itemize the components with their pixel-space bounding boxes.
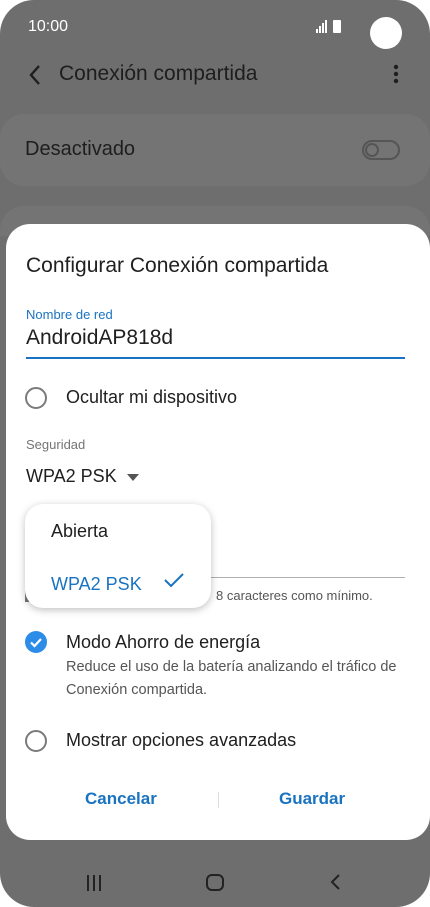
dropdown-arrow-icon[interactable]: [127, 474, 139, 481]
status-time: 10:00: [28, 18, 69, 35]
hide-device-label: Ocultar mi dispositivo: [66, 387, 238, 407]
home-icon[interactable]: [205, 860, 225, 904]
dropdown-option-wpa2-psk[interactable]: WPA2 PSK: [51, 574, 142, 595]
security-select[interactable]: WPA2 PSK: [26, 466, 117, 487]
front-camera: [370, 17, 402, 49]
checkmark-icon: [30, 638, 42, 648]
back-nav-icon[interactable]: [328, 860, 344, 904]
cancel-button[interactable]: Cancelar: [85, 789, 157, 809]
hide-device-radio[interactable]: [25, 387, 47, 409]
security-dropdown-menu: Abierta WPA2 PSK: [25, 504, 211, 608]
recent-apps-icon[interactable]: [86, 860, 104, 904]
page-title: Conexión compartida: [59, 62, 258, 85]
hotspot-toggle-card[interactable]: Desactivado: [0, 114, 430, 186]
hotspot-switch[interactable]: [362, 140, 400, 160]
power-saving-description: Reduce el uso de la batería analizando e…: [66, 659, 397, 698]
signal-battery-icon: [316, 20, 341, 33]
more-options-icon[interactable]: [388, 62, 404, 88]
advanced-options-radio[interactable]: [25, 730, 47, 752]
advanced-options-label: Mostrar opciones avanzadas: [66, 730, 297, 750]
back-arrow-icon[interactable]: [26, 62, 48, 88]
power-saving-label: Modo Ahorro de energía: [66, 632, 261, 652]
network-name-label: Nombre de red: [26, 307, 113, 322]
switch-knob: [365, 143, 379, 157]
power-saving-checkbox[interactable]: [25, 631, 47, 653]
network-name-input[interactable]: AndroidAP818d: [26, 326, 173, 350]
toggle-label: Desactivado: [25, 138, 136, 160]
button-divider: [218, 792, 219, 808]
selected-check-icon: [164, 573, 184, 588]
save-button[interactable]: Guardar: [279, 789, 345, 809]
security-label: Seguridad: [26, 437, 86, 452]
dropdown-option-abierta[interactable]: Abierta: [51, 521, 108, 542]
dialog-title: Configurar Conexión compartida: [26, 254, 329, 277]
phone-screen: 10:00 Conexión compartida Desactivado Co…: [0, 0, 430, 907]
password-field-underline: [206, 577, 405, 578]
password-hint: 8 caracteres como mínimo.: [216, 588, 373, 603]
network-name-underline: [26, 357, 405, 359]
